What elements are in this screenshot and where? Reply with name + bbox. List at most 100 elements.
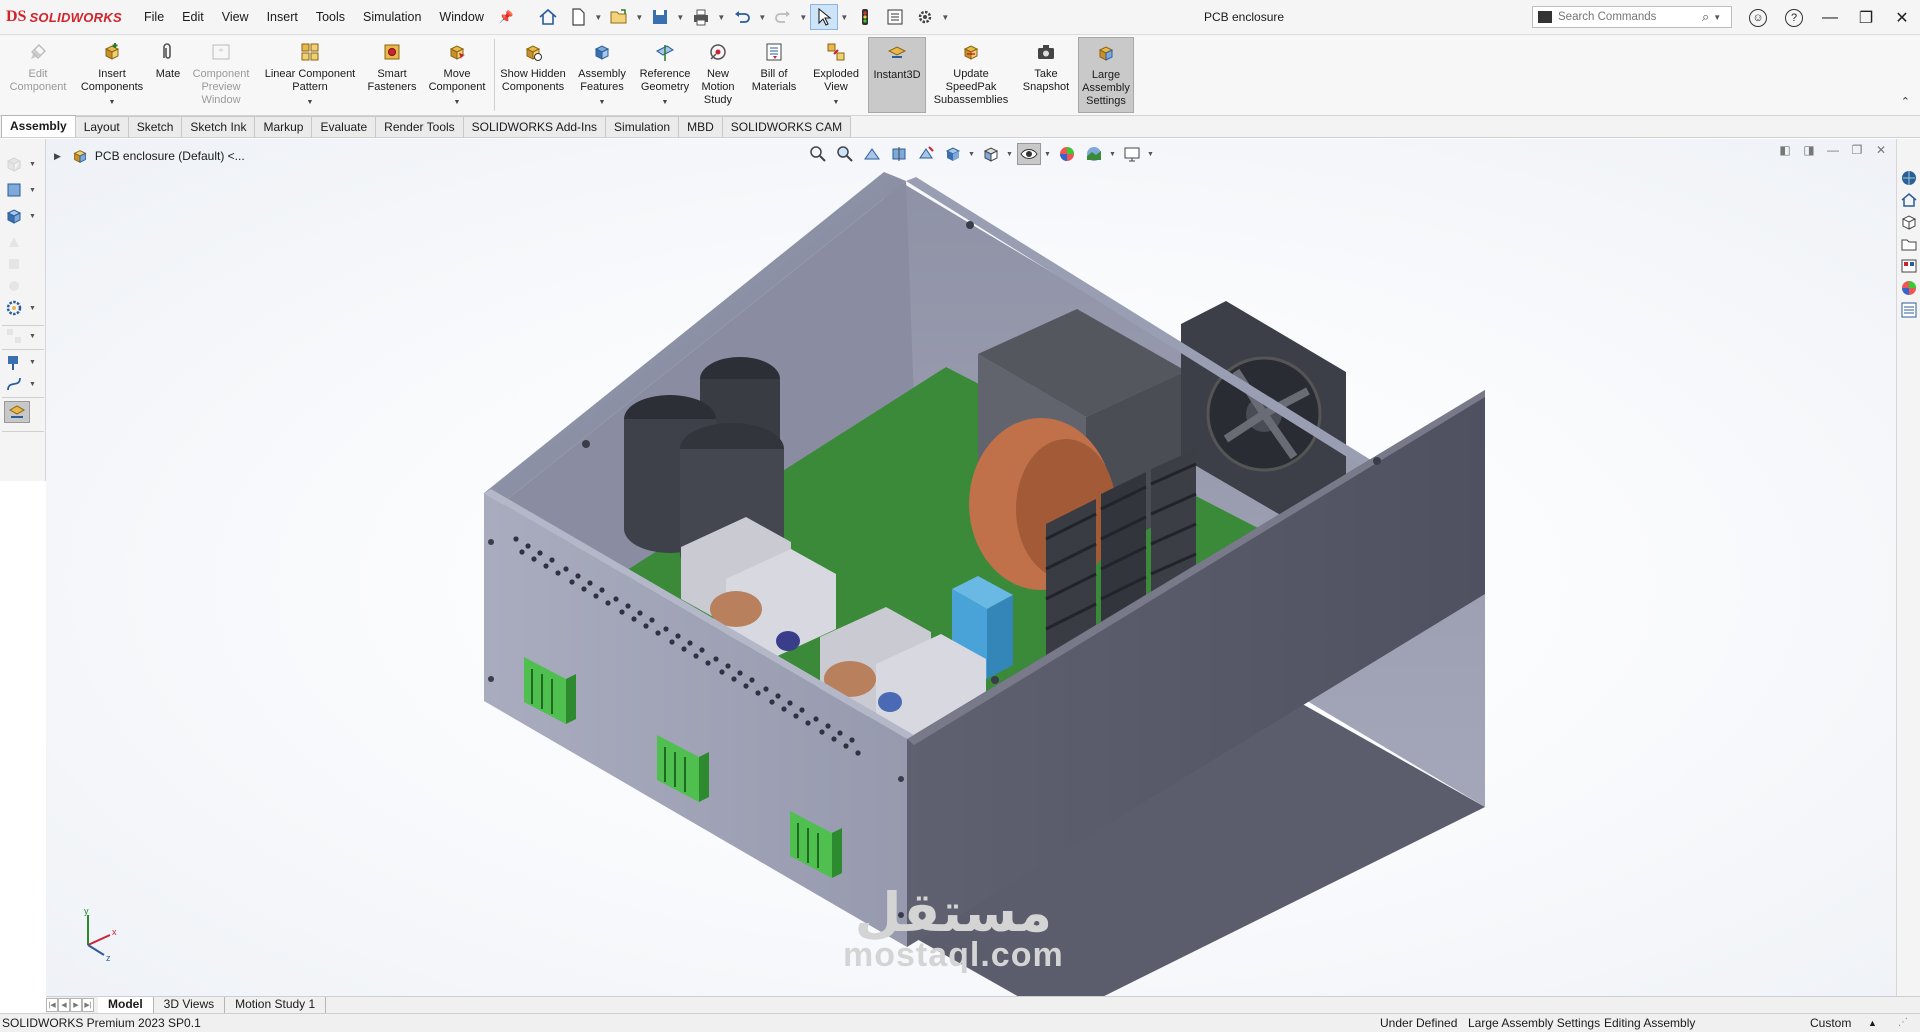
bill-of-materials-button[interactable]: Bill of Materials	[744, 37, 804, 113]
assembly-features-button[interactable]: Assembly Features ▼	[572, 37, 632, 113]
collapse-ribbon-icon[interactable]: ⌃	[1901, 95, 1910, 108]
rebuild-button[interactable]	[851, 4, 879, 30]
tab-evaluate[interactable]: Evaluate	[311, 116, 377, 137]
next-tab-button[interactable]: ▶	[70, 998, 82, 1012]
search-input[interactable]	[1558, 11, 1698, 23]
left-tool-10[interactable]: ▼	[4, 373, 44, 395]
move-component-dropdown[interactable]: ▼	[454, 96, 461, 109]
resize-grip-icon[interactable]: ⋰	[1898, 1014, 1908, 1032]
close-button[interactable]: ✕	[1884, 0, 1920, 35]
tab-simulation[interactable]: Simulation	[605, 116, 680, 137]
status-large-assembly[interactable]: Large Assembly Settings	[1468, 1014, 1600, 1032]
tab-motion-study-1[interactable]: Motion Study 1	[225, 997, 327, 1013]
redo-dropdown[interactable]: ▼	[799, 4, 808, 30]
search-commands-box[interactable]: ⌕ ▼	[1532, 6, 1732, 28]
status-units[interactable]: Custom	[1810, 1014, 1851, 1032]
scenes-tab[interactable]	[1899, 277, 1919, 299]
new-button[interactable]	[564, 4, 592, 30]
large-assembly-settings-button[interactable]: Large Assembly Settings	[1078, 37, 1134, 113]
new-motion-study-button[interactable]: New Motion Study	[696, 37, 740, 113]
prev-tab-button[interactable]: ◀	[58, 998, 70, 1012]
restore-button[interactable]: ❐	[1848, 0, 1884, 35]
linear-component-pattern-button[interactable]: Linear Component Pattern ▼	[258, 37, 362, 113]
take-snapshot-button[interactable]: Take Snapshot	[1018, 37, 1074, 113]
appearances-tab[interactable]	[1899, 255, 1919, 277]
first-tab-button[interactable]: |◀	[46, 998, 58, 1012]
left-tool-2[interactable]: ▼	[4, 179, 44, 201]
left-tool-5[interactable]	[4, 253, 44, 275]
menu-window[interactable]: Window	[430, 0, 492, 35]
left-tool-1[interactable]: ▼	[4, 153, 44, 175]
reference-geometry-button[interactable]: Reference Geometry ▼	[634, 37, 696, 113]
left-tool-11[interactable]	[4, 401, 30, 423]
left-tool-7[interactable]: ▼	[4, 297, 44, 319]
help-button[interactable]: ?	[1776, 0, 1812, 35]
save-button[interactable]	[646, 4, 674, 30]
solidworks-resources-tab[interactable]	[1899, 167, 1919, 189]
tab-render-tools[interactable]: Render Tools	[375, 116, 464, 137]
tab-model[interactable]: Model	[98, 997, 154, 1013]
linear-pattern-dropdown[interactable]: ▼	[307, 96, 314, 109]
last-tab-button[interactable]: ▶|	[82, 998, 94, 1012]
insert-components-button[interactable]: Insert Components ▼	[76, 37, 148, 113]
print-button[interactable]	[687, 4, 715, 30]
select-button[interactable]	[809, 4, 838, 30]
solidworks-logo[interactable]: DS SOLIDWORKS	[0, 8, 135, 26]
insert-components-dropdown[interactable]: ▼	[109, 96, 116, 109]
file-properties-button[interactable]	[881, 4, 909, 30]
new-dropdown[interactable]: ▼	[594, 4, 603, 30]
left-tool-9[interactable]: ▼	[4, 351, 44, 373]
component-preview-button[interactable]: Component Preview Window	[188, 37, 254, 113]
smart-fasteners-button[interactable]: Smart Fasteners	[362, 37, 422, 113]
tab-mbd[interactable]: MBD	[678, 116, 723, 137]
design-library-tab[interactable]	[1899, 189, 1919, 211]
select-dropdown[interactable]: ▼	[840, 4, 849, 30]
pin-menu-icon[interactable]: 📌	[493, 10, 520, 24]
view-palette-tab[interactable]	[1899, 233, 1919, 255]
show-hidden-components-button[interactable]: Show Hidden Components	[498, 37, 568, 113]
tab-solidworks-addins[interactable]: SOLIDWORKS Add-Ins	[462, 116, 607, 137]
units-menu-icon[interactable]: ▲	[1868, 1014, 1877, 1032]
tab-markup[interactable]: Markup	[254, 116, 313, 137]
undo-dropdown[interactable]: ▼	[758, 4, 767, 30]
save-dropdown[interactable]: ▼	[676, 4, 685, 30]
update-speedpak-button[interactable]: Update SpeedPak Subassemblies	[930, 37, 1012, 113]
assembly-features-dropdown[interactable]: ▼	[599, 96, 606, 109]
undo-button[interactable]	[728, 4, 756, 30]
open-button[interactable]	[605, 4, 633, 30]
options-dropdown[interactable]: ▼	[941, 4, 950, 30]
home-button[interactable]	[534, 4, 562, 30]
tab-solidworks-cam[interactable]: SOLIDWORKS CAM	[721, 116, 852, 137]
search-icon[interactable]: ⌕	[1702, 9, 1709, 25]
reference-geometry-dropdown[interactable]: ▼	[662, 96, 669, 109]
menu-view[interactable]: View	[213, 0, 258, 35]
menu-edit[interactable]: Edit	[173, 0, 213, 35]
tab-3d-views[interactable]: 3D Views	[154, 997, 226, 1013]
graphics-area[interactable]: ▶ PCB enclosure (Default) <... ▼ ▼ ▼ ▼ ▼…	[46, 139, 1896, 996]
menu-file[interactable]: File	[135, 0, 173, 35]
minimize-button[interactable]: —	[1812, 0, 1848, 35]
left-tool-8[interactable]: ▼	[4, 325, 44, 347]
pcb-enclosure-model[interactable]	[46, 139, 1896, 996]
custom-properties-tab[interactable]	[1899, 299, 1919, 321]
menu-insert[interactable]: Insert	[258, 0, 307, 35]
print-dropdown[interactable]: ▼	[717, 4, 726, 30]
search-dropdown-icon[interactable]: ▼	[1713, 13, 1721, 22]
move-component-button[interactable]: Move Component ▼	[422, 37, 492, 113]
tab-sketch[interactable]: Sketch	[127, 116, 183, 137]
account-button[interactable]: ☺	[1740, 0, 1776, 35]
options-button[interactable]	[911, 4, 939, 30]
exploded-view-button[interactable]: Exploded View ▼	[806, 37, 866, 113]
exploded-view-dropdown[interactable]: ▼	[833, 96, 840, 109]
file-explorer-tab[interactable]	[1899, 211, 1919, 233]
left-tool-3[interactable]: ▼	[4, 205, 44, 227]
redo-button[interactable]	[769, 4, 797, 30]
tab-assembly[interactable]: Assembly	[1, 115, 76, 137]
open-dropdown[interactable]: ▼	[635, 4, 644, 30]
edit-component-button[interactable]: Edit Component	[4, 37, 72, 113]
tab-sketch-ink[interactable]: Sketch Ink	[181, 116, 256, 137]
menu-simulation[interactable]: Simulation	[354, 0, 430, 35]
left-tool-6[interactable]	[4, 275, 44, 297]
menu-tools[interactable]: Tools	[307, 0, 354, 35]
mate-button[interactable]: Mate	[150, 37, 186, 113]
